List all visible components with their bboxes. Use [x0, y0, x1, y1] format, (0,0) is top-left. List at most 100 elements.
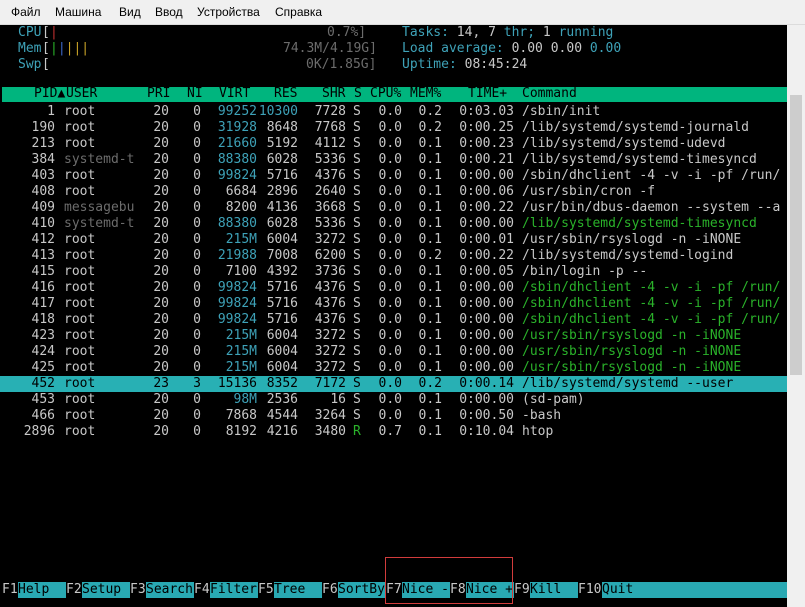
process-row[interactable]: 425 root 20 0 215M 6004 3272 S 0.0 0.1 0:00.00/usr…: [0, 360, 787, 376]
menu-machine[interactable]: Машина: [55, 5, 101, 19]
cell-shr: 4376: [314, 280, 346, 295]
cell-shr: 5336: [314, 152, 346, 167]
process-table-header[interactable]: PID▲ USER PRI NI VIRT RES SHR S CPU% MEM…: [2, 86, 787, 102]
cell-command: /usr/bin/dbus-daemon --system --a: [522, 200, 781, 215]
tasks-label: Tasks:: [402, 25, 449, 40]
cell-ni: 0: [193, 136, 201, 151]
quit-button[interactable]: Quit: [602, 582, 787, 598]
cell-pri: 20: [153, 136, 169, 151]
cell-cpu: 0.0: [378, 248, 402, 263]
col-pri[interactable]: PRI: [147, 86, 170, 102]
cell-time: 0:00.00: [459, 360, 514, 375]
cell-cpu: 0.0: [378, 360, 402, 375]
cell-ni: 0: [193, 232, 201, 247]
col-ni[interactable]: NI: [187, 86, 203, 102]
cell-cpu: 0.0: [378, 312, 402, 327]
filter-button[interactable]: Filter: [210, 582, 258, 598]
process-row[interactable]: 453 root 20 0 98M 2536 16 S 0.0 0.1 0:00.00 (sd-pam…: [0, 392, 787, 408]
cell-command: /bin/login -p --: [522, 264, 648, 279]
cell-virt: 88380: [217, 152, 257, 167]
cell-virt: 7100: [225, 264, 257, 279]
col-command[interactable]: Command: [522, 86, 577, 102]
cell-user: root: [64, 392, 96, 407]
process-row[interactable]: 423 root 20 0 215M 6004 3272 S 0.0 0.1 0:00.00/usr…: [0, 328, 787, 344]
cell-user: root: [64, 168, 96, 183]
process-row[interactable]: 417 root 20 0 99824 5716 4376 S 0.0 0.1 0:00.00/sb…: [0, 296, 787, 312]
process-row[interactable]: 452 root 23 3 15136 8352 7172 S 0.0 0.2 0:00.14/li…: [0, 376, 787, 392]
cell-cpu: 0.0: [378, 120, 402, 135]
col-state[interactable]: S: [354, 86, 362, 102]
col-shr[interactable]: SHR: [322, 86, 345, 102]
sortby-button[interactable]: SortBy: [338, 582, 386, 598]
threads-value: 7: [488, 25, 496, 40]
fkey-f2-num: F2: [66, 582, 82, 597]
setup-button[interactable]: Setup: [82, 582, 130, 598]
process-row[interactable]: 416 root 20 0 99824 5716 4376 S 0.0 0.1 0:00.00/sb…: [0, 280, 787, 296]
cell-ni: 0: [193, 392, 201, 407]
cell-ni: 0: [193, 280, 201, 295]
col-time[interactable]: TIME+: [468, 86, 507, 102]
cell-virt: 8200: [225, 200, 257, 215]
scrollbar-thumb[interactable]: [790, 95, 802, 375]
process-row[interactable]: 409 messagebu 20 0 8200 4136 3668 S 0.0 0.1 0:00.2…: [0, 200, 787, 216]
cell-s: S: [353, 232, 361, 247]
cell-mem: 0.1: [418, 152, 442, 167]
cell-time: 0:00.00: [459, 280, 514, 295]
menu-file[interactable]: Файл: [11, 5, 41, 19]
col-mem[interactable]: MEM%: [410, 86, 441, 102]
cell-shr: 3272: [314, 360, 346, 375]
window-scrollbar[interactable]: [787, 25, 805, 607]
cell-mem: 0.1: [418, 200, 442, 215]
menu-input[interactable]: Ввод: [155, 5, 183, 19]
process-row[interactable]: 403 root 20 0 99824 5716 4376 S 0.0 0.1 0:00.00/sb…: [0, 168, 787, 184]
process-row[interactable]: 415 root 20 0 7100 4392 3736 S 0.0 0.1 0:00.05/bin…: [0, 264, 787, 280]
cell-pri: 20: [153, 360, 169, 375]
cell-mem: 0.2: [418, 248, 442, 263]
col-user[interactable]: USER: [66, 86, 97, 102]
col-pid[interactable]: PID▲: [34, 86, 65, 102]
process-row[interactable]: 2896 root 20 0 8192 4216 3480 R 0.7 0.1 0:10.04 hto…: [0, 424, 787, 440]
cell-ni: 0: [193, 344, 201, 359]
process-row[interactable]: 410 systemd-t 20 0 88380 6028 5336 S 0.0 0.1 0:00.…: [0, 216, 787, 232]
cell-mem: 0.1: [418, 264, 442, 279]
cell-mem: 0.1: [418, 312, 442, 327]
cell-user: root: [64, 280, 96, 295]
process-row[interactable]: 1 root 20 0 99252 10300 7728 S 0.0 0.2 0:03.03/sbi…: [0, 104, 787, 120]
col-res[interactable]: RES: [274, 86, 297, 102]
cell-mem: 0.1: [418, 280, 442, 295]
kill-button[interactable]: Kill: [530, 582, 578, 598]
process-row[interactable]: 413 root 20 0 21988 7008 6200 S 0.0 0.2 0:00.22/li…: [0, 248, 787, 264]
cell-user: root: [64, 344, 96, 359]
cell-pri: 20: [153, 104, 169, 119]
cell-virt: 215M: [225, 360, 257, 375]
cell-time: 0:00.25: [459, 120, 514, 135]
cell-user: root: [64, 424, 96, 439]
cell-virt: 215M: [225, 344, 257, 359]
col-cpu[interactable]: CPU%: [370, 86, 401, 102]
cell-pid: 410: [31, 216, 55, 231]
cell-ni: 0: [193, 104, 201, 119]
process-row[interactable]: 412 root 20 0 215M 6004 3272 S 0.0 0.1 0:00.01/usr…: [0, 232, 787, 248]
process-row[interactable]: 190 root 20 0 31928 8648 7768 S 0.0 0.2 0:00.25/li…: [0, 120, 787, 136]
process-row[interactable]: 466 root 20 0 7868 4544 3264 S 0.0 0.1 0:00.50 -bas…: [0, 408, 787, 424]
cell-virt: 8192: [225, 424, 257, 439]
process-row[interactable]: 418 root 20 0 99824 5716 4376 S 0.0 0.1 0:00.00/sb…: [0, 312, 787, 328]
cell-pid: 403: [31, 168, 55, 183]
cell-res: 8352: [266, 376, 298, 391]
tree-button[interactable]: Tree: [274, 582, 322, 598]
col-virt[interactable]: VIRT: [219, 86, 250, 102]
cell-mem: 0.1: [418, 328, 442, 343]
process-row[interactable]: 424 root 20 0 215M 6004 3272 S 0.0 0.1 0:00.00/usr…: [0, 344, 787, 360]
cell-ni: 3: [193, 376, 201, 391]
process-row[interactable]: 213 root 20 0 21660 5192 4112 S 0.0 0.1 0:00.23/li…: [0, 136, 787, 152]
process-row[interactable]: 384 systemd-t 20 0 88380 6028 5336 S 0.0 0.1 0:00.…: [0, 152, 787, 168]
menu-devices[interactable]: Устройства: [197, 5, 260, 19]
search-button[interactable]: Search: [146, 582, 194, 598]
cell-shr: 6200: [314, 248, 346, 263]
help-button[interactable]: Help: [18, 582, 66, 598]
process-row[interactable]: 408 root 20 0 6684 2896 2640 S 0.0 0.1 0:00.06/usr…: [0, 184, 787, 200]
terminal[interactable]: CPU [ | 0.7%] Mem [ ||||| 74.3M/4.19G] S…: [0, 25, 787, 607]
cell-ni: 0: [193, 264, 201, 279]
menu-help[interactable]: Справка: [275, 5, 322, 19]
menu-view[interactable]: Вид: [119, 5, 141, 19]
